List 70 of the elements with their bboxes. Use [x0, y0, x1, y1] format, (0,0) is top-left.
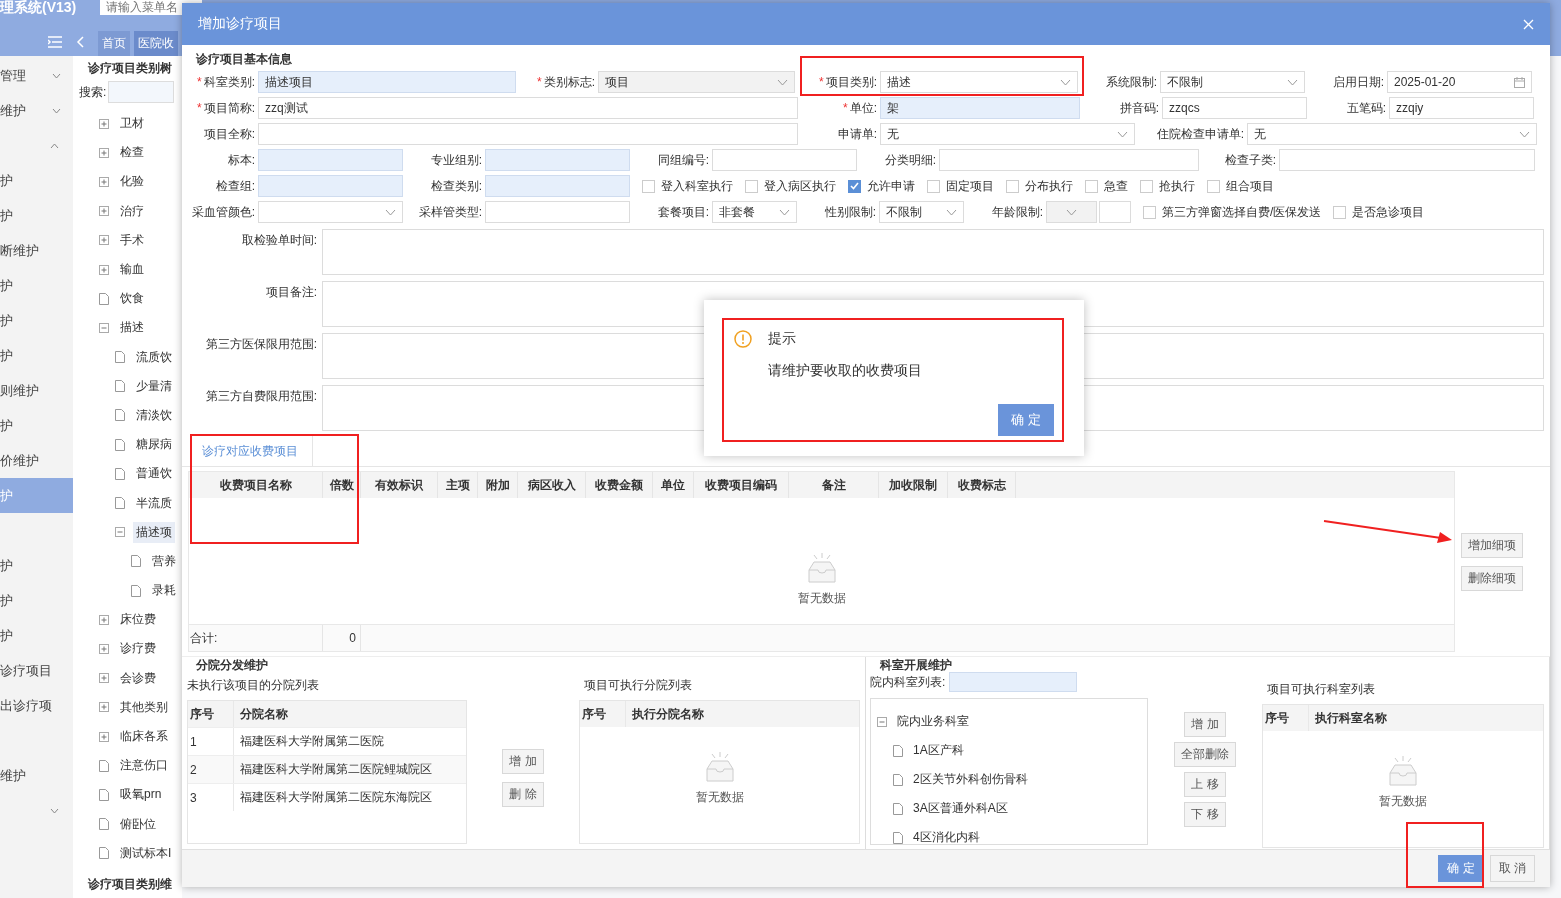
field-label: * 单位:: [842, 99, 878, 117]
field-label: 启用日期:: [1331, 73, 1385, 91]
field-label: 院内科室列表:: [870, 673, 946, 691]
field-label: 拼音码:: [1118, 99, 1160, 117]
column-header: 附加: [478, 472, 518, 498]
column-header: 加收限制: [879, 472, 948, 498]
field-label: 取检验单时间:: [240, 232, 317, 249]
total-label: 合计:: [189, 625, 323, 651]
dialog-title: 增加诊疗项目: [198, 15, 282, 33]
list-title: 未执行该项目的分院列表: [186, 677, 320, 693]
field-label: 五笔码:: [1345, 99, 1387, 117]
field-label: 性别限制:: [823, 203, 877, 221]
column-header: 执行分院名称: [631, 705, 705, 723]
column-header: 主项: [438, 472, 478, 498]
empty-text: 暂无数据: [695, 789, 744, 806]
field-label: 年龄限制:: [990, 203, 1044, 221]
field-label: 系统限制:: [1104, 73, 1158, 91]
field-label: 专业组别:: [429, 151, 483, 169]
field-label: * 类别标志:: [536, 73, 596, 91]
column-header: 病区收入: [518, 472, 586, 498]
field-label: 住院检查申请单:: [1155, 125, 1245, 143]
field-label: 检查组:: [214, 177, 256, 195]
section-title: 科室开展维护: [879, 658, 953, 672]
column-header: 单位: [653, 472, 694, 498]
field-label: 申请单:: [836, 125, 878, 143]
column-header: 有效标识: [361, 472, 438, 498]
field-label: 同组编号:: [656, 151, 710, 169]
field-label: 分类明细:: [883, 151, 937, 169]
column-header: 序号: [1263, 705, 1309, 731]
section-title: 诊疗项目基本信息: [195, 50, 292, 68]
table-cell: 3: [188, 784, 234, 811]
column-header: 序号: [580, 701, 626, 727]
list-title: 项目可执行科室列表: [1266, 681, 1376, 697]
column-header: 收费项目名称: [189, 472, 323, 498]
field-label: 项目备注:: [264, 284, 317, 301]
empty-text: 暂无数据: [1379, 793, 1427, 810]
panel-title: 诊疗项目类别树: [87, 60, 173, 77]
table-cell: 2: [188, 756, 234, 783]
field-label: * 项目简称:: [196, 99, 256, 117]
field-label: 套餐项目:: [656, 203, 710, 221]
list-title: 项目可执行分院列表: [583, 677, 693, 693]
column-header: 收费金额: [586, 472, 653, 498]
app-title: 理系统(V13): [0, 0, 78, 17]
field-label: 第三方医保限用范围:: [204, 336, 317, 353]
field-label: 标本:: [226, 151, 256, 169]
column-header: 执行科室名称: [1314, 709, 1388, 727]
column-header: 收费标志: [948, 472, 1016, 498]
field-label: 项目全称:: [202, 125, 256, 143]
table-cell-text: 福建医科大学附属第二医院东海院区: [239, 789, 433, 806]
column-header: 倍数: [323, 472, 361, 498]
empty-text: 暂无数据: [797, 589, 846, 607]
field-label: * 科室类别:: [196, 73, 256, 91]
field-label: 第三方自费限用范围:: [204, 388, 317, 405]
column-header: 序号: [188, 701, 234, 727]
alert-title: 提示: [768, 330, 796, 348]
total-value: 0: [323, 625, 361, 651]
table-cell-text: 福建医科大学附属第二医院: [239, 733, 385, 750]
column-header: 备注: [789, 472, 879, 498]
field-label: * 项目类别:: [818, 73, 878, 91]
table-cell-text: 福建医科大学附属第二医院鲤城院区: [239, 761, 433, 778]
column-header: 收费项目编码: [694, 472, 789, 498]
column-header: 分院名称: [239, 705, 289, 723]
field-label: 采血管颜色:: [190, 203, 256, 221]
field-label: 检查类别:: [429, 177, 483, 195]
panel-title: 诊疗项目类别维: [87, 875, 173, 893]
field-label: 采样管类型:: [417, 203, 483, 221]
alert-message: 请维护要收取的收费项目: [768, 362, 923, 380]
search-label: 搜索:: [79, 83, 107, 101]
section-title: 分院分发维护: [195, 658, 269, 672]
field-label: 检查子类:: [1223, 151, 1277, 169]
